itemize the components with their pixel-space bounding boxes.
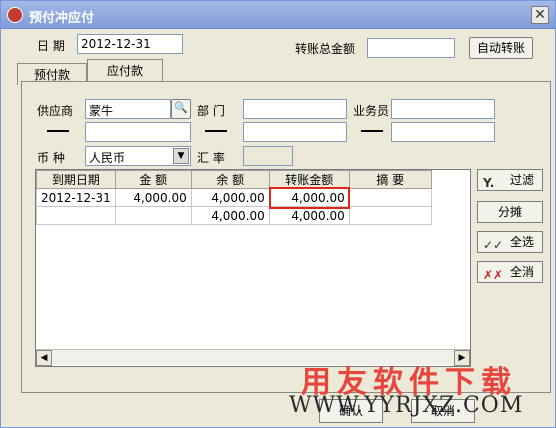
clear-all-button[interactable]: ✗✗ 全消 xyxy=(477,261,543,283)
cell-due-date[interactable]: 2012-12-31 xyxy=(36,188,116,207)
clear-all-label: 全消 xyxy=(509,265,534,279)
col-amount[interactable]: 金 额 xyxy=(114,170,192,189)
rate-field xyxy=(243,146,293,166)
currency-value: 人民币 xyxy=(89,151,126,165)
scroll-left-icon[interactable]: ◀ xyxy=(36,350,52,366)
table-row-total: 4,000.00 4,000.00 xyxy=(36,206,432,225)
cell-amount[interactable]: 4,000.00 xyxy=(114,188,192,207)
grid-table: 到期日期 金 额 余 额 转账金额 摘 要 2012-12-31 4,000.0… xyxy=(36,170,432,225)
col-transfer[interactable]: 转账金额 xyxy=(268,170,350,189)
window-title: 预付冲应付 xyxy=(29,11,95,26)
transfer-total-field[interactable] xyxy=(367,38,455,58)
date-label: 日 期 xyxy=(37,39,65,53)
cell-balance[interactable]: 4,000.00 xyxy=(190,188,270,207)
close-button[interactable]: ✕ xyxy=(531,6,549,24)
col-balance[interactable]: 余 额 xyxy=(190,170,270,189)
cell-memo[interactable] xyxy=(348,188,432,207)
filter-button[interactable]: Y. 过滤 xyxy=(477,169,543,191)
salesman-name-field[interactable] xyxy=(391,122,495,142)
app-icon xyxy=(7,7,23,23)
select-all-label: 全选 xyxy=(509,235,534,249)
title-bar[interactable]: 预付冲应付 ✕ xyxy=(1,1,555,29)
col-due-date[interactable]: 到期日期 xyxy=(36,170,116,189)
auto-transfer-button[interactable]: 自动转账 xyxy=(469,37,533,59)
col-memo[interactable]: 摘 要 xyxy=(348,170,432,189)
filter-icon: Y. xyxy=(483,176,495,190)
dialog-window: 预付冲应付 ✕ 日 期 2012-12-31 转账总金额 自动转账 预付款 应付… xyxy=(0,0,556,428)
search-icon[interactable]: 🔍 xyxy=(171,99,191,119)
supplier-name-field[interactable] xyxy=(85,122,191,142)
split-button[interactable]: 分摊 xyxy=(477,201,543,223)
supplier-label: 供应商 xyxy=(37,104,74,118)
checkmarks-icon: ✓✓ xyxy=(483,238,504,252)
separator-dash xyxy=(205,130,227,132)
supplier-field[interactable]: 蒙牛 xyxy=(85,99,171,119)
select-all-button[interactable]: ✓✓ 全选 xyxy=(477,231,543,253)
watermark-url: WWW.YYRJXZ.COM xyxy=(289,393,524,418)
currency-select[interactable]: 人民币 ▼ xyxy=(85,146,191,166)
filter-button-label: 过滤 xyxy=(509,173,534,187)
dept-field[interactable] xyxy=(243,99,347,119)
uncheck-icon: ✗✗ xyxy=(483,268,504,282)
salesman-field[interactable] xyxy=(391,99,495,119)
cell-due-date xyxy=(36,206,116,225)
rate-label: 汇 率 xyxy=(197,151,225,165)
separator-dash xyxy=(361,130,383,132)
date-field[interactable]: 2012-12-31 xyxy=(77,34,183,54)
cell-memo xyxy=(348,206,432,225)
dept-name-field[interactable] xyxy=(243,122,347,142)
table-row[interactable]: 2012-12-31 4,000.00 4,000.00 4,000.00 xyxy=(36,188,432,207)
chevron-down-icon[interactable]: ▼ xyxy=(173,148,189,164)
cell-balance: 4,000.00 xyxy=(190,206,270,225)
cell-transfer: 4,000.00 xyxy=(268,206,350,225)
transfer-total-label: 转账总金额 xyxy=(295,42,356,56)
cell-amount xyxy=(114,206,192,225)
separator-dash xyxy=(47,130,69,132)
dept-label: 部 门 xyxy=(197,104,225,118)
highlight-box xyxy=(269,187,350,209)
salesman-label: 业务员 xyxy=(353,104,390,118)
currency-label: 币 种 xyxy=(37,151,65,165)
tab-payable[interactable]: 应付款 xyxy=(87,59,163,83)
